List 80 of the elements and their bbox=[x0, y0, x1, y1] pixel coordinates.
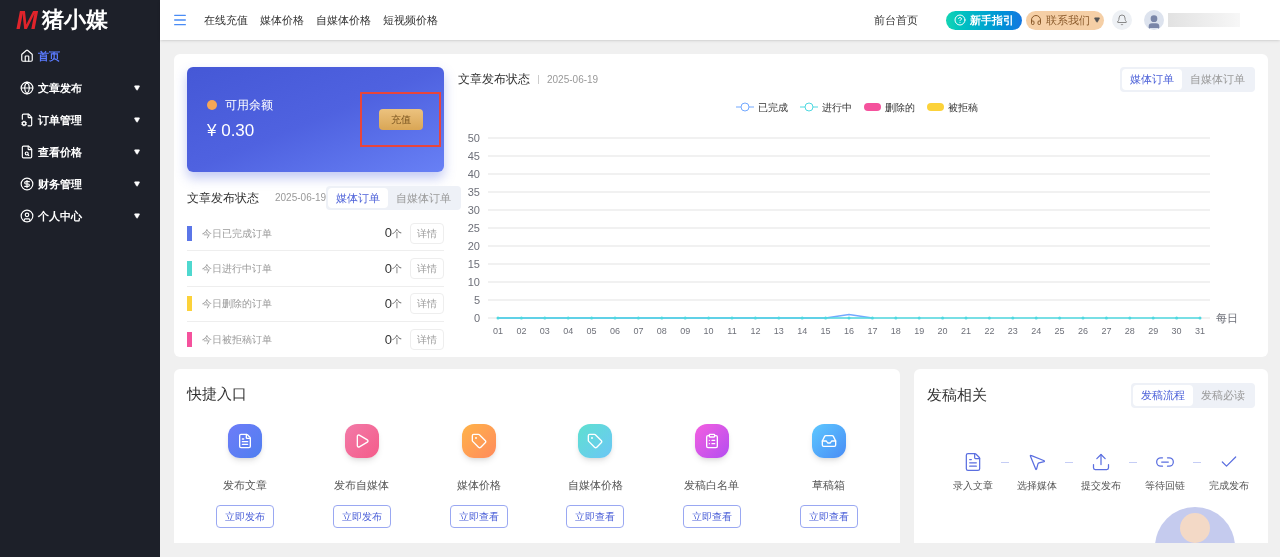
y-tick-label: 5 bbox=[473, 293, 480, 306]
x-tick-label: 04 bbox=[563, 325, 574, 335]
count-unit: 个 bbox=[392, 261, 402, 276]
x-tick-label: 27 bbox=[1101, 325, 1112, 335]
count-unit: 个 bbox=[392, 332, 402, 347]
shortcut-label: 草稿箱 bbox=[812, 477, 846, 493]
x-tick-label: 03 bbox=[539, 325, 550, 335]
order-count: 0 bbox=[384, 294, 392, 313]
x-tick-label: 12 bbox=[750, 325, 761, 335]
legend-label: 删除的 bbox=[884, 100, 915, 115]
brand-name: 猪小媒 bbox=[41, 9, 108, 31]
balance-label: 可用余额 bbox=[225, 96, 273, 114]
legend-label: 被拒稿 bbox=[947, 100, 978, 115]
date-text: 2025-06-19 bbox=[275, 191, 327, 206]
x-tick-label: 14 bbox=[797, 325, 808, 335]
y-tick-label: 40 bbox=[467, 167, 480, 180]
x-tick-label: 24 bbox=[1031, 325, 1042, 335]
x-tick-label: 16 bbox=[844, 325, 854, 335]
legend-label: 已完成 bbox=[757, 100, 788, 115]
x-tick-label: 10 bbox=[703, 325, 714, 335]
legend-label: 进行中 bbox=[821, 100, 852, 115]
y-tick-label: 0 bbox=[473, 311, 480, 324]
x-tick-label: 31 bbox=[1195, 325, 1205, 335]
x-tick-label: 07 bbox=[633, 325, 644, 335]
order-count: 0 bbox=[384, 259, 392, 278]
shortcut-label: 发布文章 bbox=[223, 477, 268, 493]
y-tick-label: 25 bbox=[467, 221, 480, 234]
step-label: 等待回链 bbox=[1145, 478, 1185, 493]
count-unit: 个 bbox=[392, 226, 402, 241]
status-label: 今日删除的订单 bbox=[202, 297, 273, 312]
order-count: 0 bbox=[384, 330, 392, 349]
y-tick-label: 20 bbox=[467, 239, 480, 252]
x-tick-label: 28 bbox=[1124, 325, 1135, 335]
chart-title: 文章发布状态 bbox=[458, 71, 530, 89]
step-label: 提交发布 bbox=[1081, 478, 1121, 493]
card-title: 快捷入口 bbox=[187, 384, 248, 404]
x-tick-label: 17 bbox=[867, 325, 878, 335]
y-tick-label: 10 bbox=[467, 275, 480, 288]
x-tick-label: 13 bbox=[773, 325, 784, 335]
status-label: 今日已完成订单 bbox=[202, 226, 273, 241]
x-tick-label: 19 bbox=[914, 325, 925, 335]
x-tick-label: 23 bbox=[1007, 325, 1018, 335]
step-label: 选择媒体 bbox=[1017, 478, 1057, 493]
x-tick-label: 21 bbox=[961, 325, 971, 335]
section-title: 文章发布状态 bbox=[187, 189, 259, 207]
x-tick-label: 20 bbox=[937, 325, 948, 335]
y-tick-label: 15 bbox=[467, 257, 480, 270]
status-label: 今日进行中订单 bbox=[202, 261, 273, 276]
x-tick-label: 25 bbox=[1054, 325, 1065, 335]
x-tick-label: 01 bbox=[493, 325, 503, 335]
x-tick-label: 09 bbox=[680, 325, 691, 335]
x-tick-label: 06 bbox=[610, 325, 620, 335]
x-tick-label: 11 bbox=[727, 325, 737, 335]
step-label: 完成发布 bbox=[1209, 478, 1249, 493]
balance-amount: ¥ 0.30 bbox=[207, 119, 256, 142]
date-text: 2025-06-19 bbox=[547, 72, 599, 87]
x-tick-label: 22 bbox=[984, 325, 995, 335]
count-unit: 个 bbox=[392, 297, 402, 312]
y-tick-label: 35 bbox=[467, 185, 480, 198]
logo-mark: M bbox=[16, 7, 38, 33]
x-tick-label: 05 bbox=[586, 325, 597, 335]
x-axis-label: 每日 bbox=[1216, 311, 1238, 324]
x-tick-label: 02 bbox=[516, 325, 527, 335]
shortcut-label: 发稿白名单 bbox=[684, 477, 740, 493]
x-tick-label: 08 bbox=[656, 325, 667, 335]
x-tick-label: 29 bbox=[1148, 325, 1159, 335]
y-tick-label: 50 bbox=[467, 131, 480, 144]
x-tick-label: 15 bbox=[820, 325, 831, 335]
order-count: 0 bbox=[384, 224, 392, 243]
x-tick-label: 30 bbox=[1171, 325, 1182, 335]
shortcut-label: 发布自媒体 bbox=[334, 477, 390, 493]
shortcut-label: 自媒体价格 bbox=[567, 477, 623, 493]
x-tick-label: 26 bbox=[1078, 325, 1088, 335]
status-label: 今日被拒稿订单 bbox=[202, 332, 273, 347]
shortcut-label: 媒体价格 bbox=[456, 477, 501, 493]
step-label: 录入文章 bbox=[953, 478, 993, 493]
card-title: 发稿相关 bbox=[927, 385, 987, 405]
y-tick-label: 45 bbox=[467, 149, 480, 162]
x-tick-label: 18 bbox=[890, 325, 901, 335]
y-tick-label: 30 bbox=[467, 203, 480, 216]
